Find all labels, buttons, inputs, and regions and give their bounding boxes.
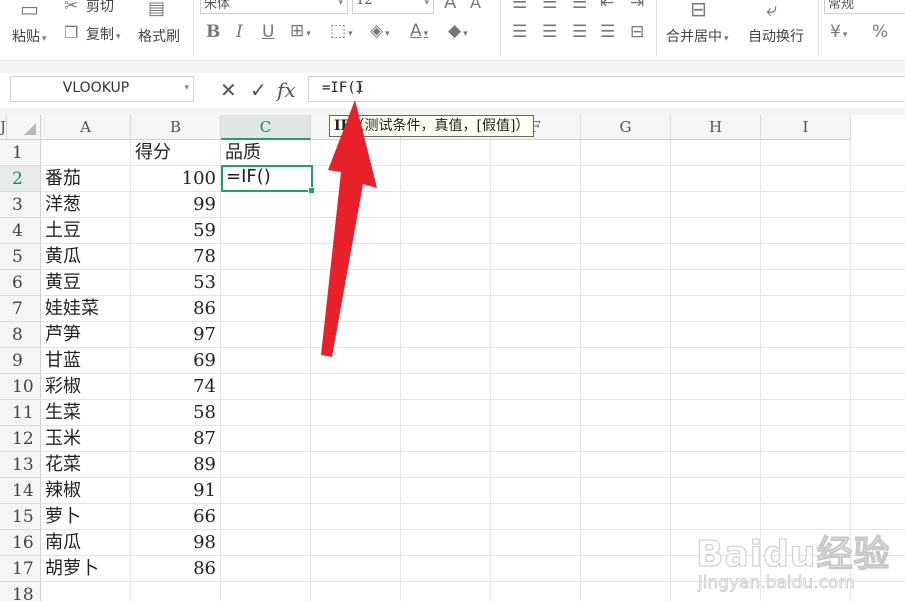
annotation-arrow: [321, 100, 377, 357]
arrow-shape: [321, 100, 377, 357]
